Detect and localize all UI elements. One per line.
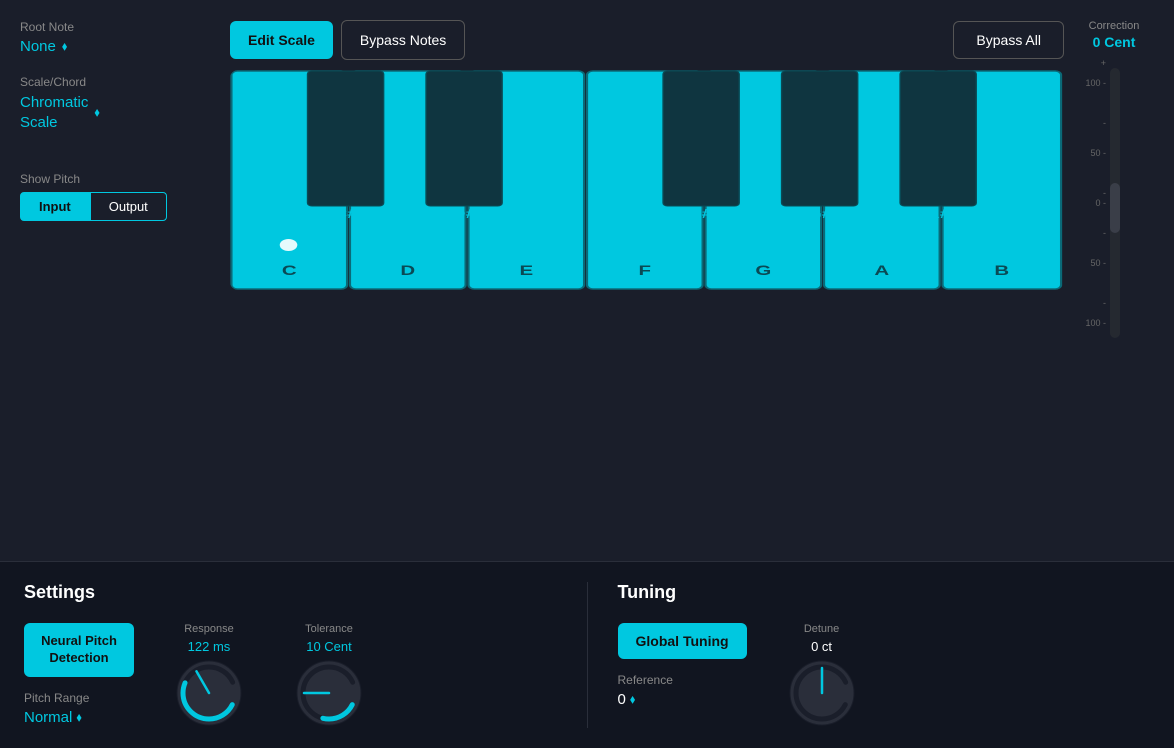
response-knob-container: Response 122 ms	[164, 623, 254, 728]
input-button[interactable]: Input	[20, 192, 90, 221]
neural-pitch-group: Neural Pitch Detection Pitch Range Norma…	[24, 623, 134, 726]
root-note-value: None	[20, 38, 56, 55]
output-button[interactable]: Output	[90, 192, 167, 221]
tolerance-knob[interactable]	[294, 658, 364, 728]
svg-text:-: -	[1103, 188, 1106, 198]
svg-text:50 -: 50 -	[1090, 258, 1106, 268]
reference-value-row: 0 ⬧	[618, 691, 747, 708]
svg-text:C: C	[282, 262, 297, 278]
bypass-notes-button[interactable]: Bypass Notes	[341, 20, 465, 60]
center-panel: Edit Scale Bypass Notes Bypass All	[230, 20, 1064, 551]
root-note-value-row: None ⬧	[20, 38, 220, 55]
top-section: Root Note None ⬧ Scale/Chord Chromatic S…	[0, 0, 1174, 561]
svg-text:E: E	[519, 262, 533, 278]
show-pitch-buttons: Input Output	[20, 192, 220, 221]
show-pitch-container: Show Pitch Input Output	[20, 172, 220, 221]
svg-text:50 -: 50 -	[1090, 148, 1106, 158]
left-panel: Root Note None ⬧ Scale/Chord Chromatic S…	[20, 20, 220, 551]
toolbar-button-row: Edit Scale Bypass Notes Bypass All	[230, 20, 1064, 60]
tolerance-label: Tolerance	[305, 623, 353, 635]
svg-text:-: -	[1103, 118, 1106, 128]
detune-knob-container: Detune 0 ct	[787, 623, 857, 728]
scale-chord-value-row: Chromatic Scale ⬧	[20, 93, 220, 132]
svg-text:-: -	[1103, 298, 1106, 308]
scale-chord-container: Scale/Chord Chromatic Scale ⬧	[20, 75, 220, 132]
pitch-range-value-row: Normal ⬧	[24, 709, 134, 726]
root-note-label: Root Note	[20, 20, 220, 34]
root-note-container: Root Note None ⬧	[20, 20, 220, 55]
reference-value: 0	[618, 691, 626, 708]
svg-text:C#: C#	[333, 207, 357, 221]
svg-text:F#: F#	[690, 207, 712, 221]
settings-row: Neural Pitch Detection Pitch Range Norma…	[24, 623, 557, 728]
bypass-all-button[interactable]: Bypass All	[953, 21, 1064, 59]
correction-scale-svg: + 100 - - 50 - - 0 - - 50 - - 100 - -	[1084, 58, 1144, 338]
tuning-title: Tuning	[618, 582, 1151, 603]
svg-text:G: G	[755, 262, 771, 278]
settings-title: Settings	[24, 582, 557, 603]
settings-panel: Settings Neural Pitch Detection Pitch Ra…	[24, 582, 588, 728]
svg-text:D: D	[400, 262, 415, 278]
svg-text:A#: A#	[926, 207, 950, 221]
pitch-range-container: Pitch Range Normal ⬧	[24, 691, 134, 726]
correction-label: Correction	[1089, 20, 1140, 32]
detune-value: 0 ct	[811, 639, 832, 654]
response-knob[interactable]	[174, 658, 244, 728]
pitch-range-label: Pitch Range	[24, 691, 134, 705]
global-tuning-group: Global Tuning Reference 0 ⬧	[618, 623, 747, 708]
response-label: Response	[184, 623, 234, 635]
right-panel: Correction 0 Cent + 100 - - 50 - - 0 - -…	[1074, 20, 1154, 551]
svg-text:100 -: 100 -	[1085, 78, 1106, 88]
pitch-range-chevron-icon[interactable]: ⬧	[76, 710, 81, 725]
neural-pitch-button[interactable]: Neural Pitch Detection	[24, 623, 134, 677]
response-value: 122 ms	[188, 639, 231, 654]
scale-chord-label: Scale/Chord	[20, 75, 220, 89]
svg-text:F: F	[639, 262, 652, 278]
scale-chord-chevron-icon[interactable]: ⬧	[94, 105, 99, 120]
show-pitch-label: Show Pitch	[20, 172, 220, 186]
svg-text:A: A	[874, 262, 889, 278]
piano-keyboard[interactable]: C# D# F# G# A# C D E F G A B	[230, 70, 1064, 290]
pitch-range-value: Normal	[24, 709, 72, 726]
reference-label: Reference	[618, 673, 747, 687]
svg-text:D#: D#	[452, 207, 476, 221]
reference-container: Reference 0 ⬧	[618, 673, 747, 708]
global-tuning-button[interactable]: Global Tuning	[618, 623, 747, 659]
svg-text:100 -: 100 -	[1085, 318, 1106, 328]
detune-label: Detune	[804, 623, 839, 635]
scale-chord-value: Chromatic Scale	[20, 93, 88, 132]
tolerance-knob-container: Tolerance 10 Cent	[284, 623, 374, 728]
svg-text:-: -	[1103, 228, 1106, 238]
detune-knob[interactable]	[787, 658, 857, 728]
app-container: Root Note None ⬧ Scale/Chord Chromatic S…	[0, 0, 1174, 748]
reference-chevron-icon[interactable]: ⬧	[630, 692, 635, 707]
edit-scale-button[interactable]: Edit Scale	[230, 21, 333, 59]
tuning-row: Global Tuning Reference 0 ⬧ Detune 0 ct	[618, 623, 1151, 728]
svg-text:G#: G#	[807, 207, 832, 221]
svg-text:-: -	[1103, 335, 1106, 338]
svg-text:+: +	[1101, 58, 1106, 68]
tuning-panel: Tuning Global Tuning Reference 0 ⬧ Detu	[588, 582, 1151, 728]
bottom-section: Settings Neural Pitch Detection Pitch Ra…	[0, 562, 1174, 748]
svg-text:B: B	[994, 262, 1009, 278]
root-note-chevron-icon[interactable]: ⬧	[62, 39, 67, 54]
piano-svg: C# D# F# G# A# C D E F G A B	[230, 70, 1064, 290]
tolerance-value: 10 Cent	[306, 639, 352, 654]
correction-value: 0 Cent	[1093, 34, 1136, 50]
svg-text:0 -: 0 -	[1095, 198, 1106, 208]
correction-slider-container[interactable]: + 100 - - 50 - - 0 - - 50 - - 100 - -	[1099, 58, 1129, 338]
